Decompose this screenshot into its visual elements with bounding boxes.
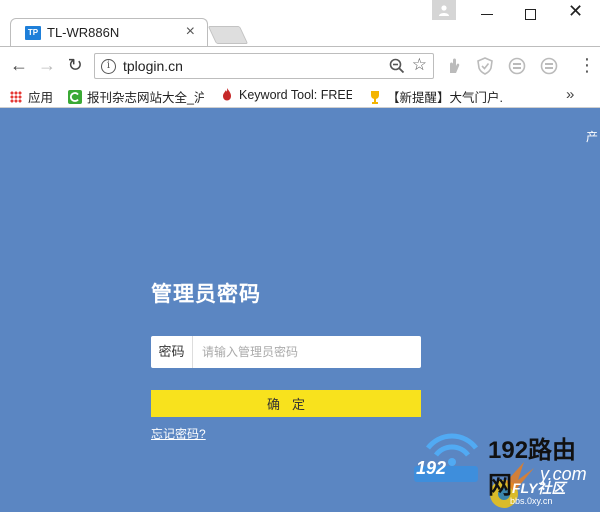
watermark-url: bbs.0xy.cn — [510, 496, 553, 506]
watermark-fly: FLY社区 — [512, 480, 566, 496]
tab-close-icon[interactable]: × — [186, 23, 195, 41]
more-menu-icon[interactable]: ⋮ — [578, 55, 596, 76]
page-title: 管理员密码 — [151, 283, 261, 306]
confirm-button[interactable]: 确定 — [151, 390, 421, 417]
bookmark-item[interactable]: Keyword Tool: FREE — [220, 87, 352, 105]
password-input[interactable] — [194, 336, 420, 368]
forgot-password-link[interactable]: 忘记密码? — [151, 425, 206, 442]
bookmark-label: Keyword Tool: FREE — [239, 88, 352, 102]
bookmark-label: 报刊杂志网站大全_沪 — [87, 91, 204, 105]
password-field-row: 密码 — [151, 336, 421, 368]
zoom-out-icon[interactable] — [389, 58, 405, 74]
flame-icon — [223, 88, 231, 101]
maximize-button[interactable] — [525, 9, 536, 20]
address-bar[interactable]: i tplogin.cn ☆ — [94, 53, 434, 79]
reload-icon[interactable]: ↻ — [64, 54, 86, 76]
forward-arrow-icon[interactable]: → — [36, 54, 58, 76]
bookmarks-overflow-icon[interactable]: » — [566, 86, 574, 103]
url-text[interactable]: tplogin.cn — [123, 58, 183, 74]
browser-toolbar: ← → ↻ i tplogin.cn ☆ ⋮ — [0, 46, 600, 84]
bookmark-item[interactable]: 报刊杂志网站大全_沪 — [68, 87, 204, 105]
tab-title: TL-WR886N — [47, 25, 120, 40]
bookmark-label: 【新提醒】大气门户. — [387, 91, 503, 105]
apps-grid-icon — [10, 91, 22, 103]
extension-shield-icon[interactable] — [476, 57, 494, 75]
bookmark-apps[interactable]: 应用 — [10, 87, 53, 105]
new-tab-button[interactable] — [207, 26, 249, 44]
router-login-page: 产 管理员密码 密码 确定 忘记密码? y.com 192路由网 192 FLY… — [0, 108, 600, 512]
close-window-button[interactable]: ✕ — [568, 1, 583, 22]
extension-hand-icon[interactable] — [444, 57, 462, 75]
profile-button[interactable] — [432, 0, 456, 20]
title-bar: TP TL-WR886N × ✕ — [0, 0, 600, 46]
watermark-number: 192 — [416, 458, 447, 478]
browser-tab-active[interactable]: TP TL-WR886N × — [10, 18, 208, 46]
back-arrow-icon[interactable]: ← — [8, 54, 30, 76]
extension-circle-icon[interactable] — [540, 57, 558, 75]
bookmark-apps-label: 应用 — [28, 91, 54, 105]
minimize-button[interactable] — [479, 4, 495, 24]
password-label: 密码 — [151, 336, 193, 368]
trophy-icon — [371, 91, 379, 104]
bookmark-star-icon[interactable]: ☆ — [412, 55, 427, 75]
green-c-icon — [68, 90, 82, 104]
info-icon[interactable]: i — [101, 59, 116, 74]
watermark: y.com 192路由网 192 FLY社区 bbs.0xy.cn — [414, 418, 600, 512]
tp-link-favicon-icon: TP — [25, 26, 41, 40]
bookmarks-bar: 应用 报刊杂志网站大全_沪 Keyword Tool: FREE 【新提醒】大气… — [0, 84, 600, 108]
extension-circle-icon[interactable] — [508, 57, 526, 75]
corner-text[interactable]: 产 — [586, 128, 598, 145]
person-icon — [439, 5, 449, 16]
bookmark-item[interactable]: 【新提醒】大气门户. — [368, 87, 508, 105]
